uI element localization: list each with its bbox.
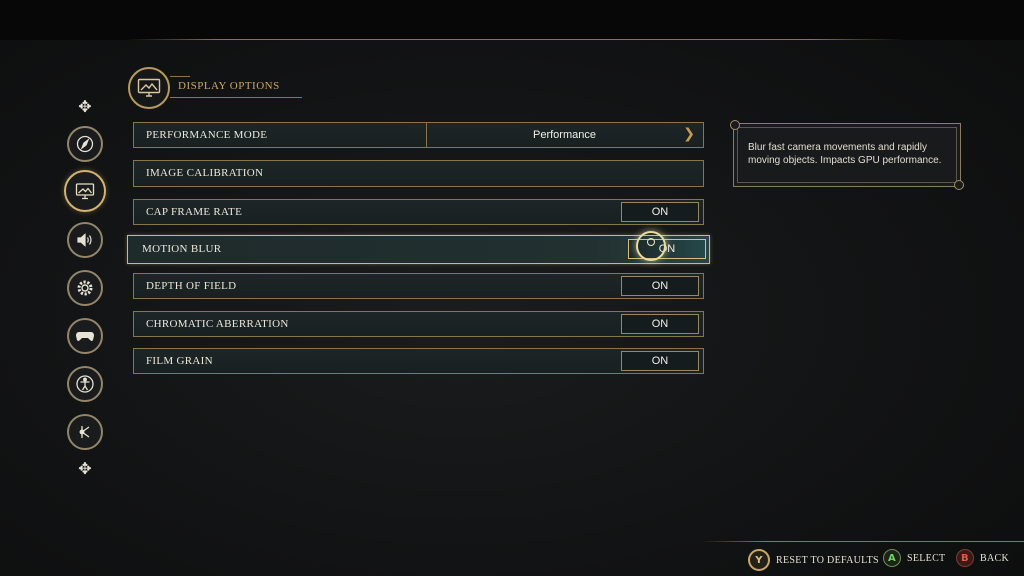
setting-label: FILM GRAIN xyxy=(146,355,213,367)
back-label: BACK xyxy=(980,552,1009,564)
setting-label: CAP FRAME RATE xyxy=(146,206,243,218)
nav-accessibility-icon[interactable] xyxy=(67,366,103,402)
y-button-icon: Y xyxy=(748,549,770,571)
display-options-medallion-icon xyxy=(128,67,170,109)
page-title: DISPLAY OPTIONS xyxy=(178,80,280,92)
nav-down-arrow-icon[interactable]: ✥ xyxy=(78,461,92,477)
back-button[interactable]: B BACK xyxy=(956,549,1009,567)
setting-label: MOTION BLUR xyxy=(142,243,222,255)
setting-chromatic-aberration[interactable]: CHROMATIC ABERRATION ON xyxy=(133,311,704,337)
ornament-corner-icon xyxy=(730,120,740,130)
setting-performance-mode[interactable]: PERFORMANCE MODE Performance ❯ xyxy=(133,122,704,148)
setting-film-grain[interactable]: FILM GRAIN ON xyxy=(133,348,704,374)
setting-cap-frame-rate[interactable]: CAP FRAME RATE ON xyxy=(133,199,704,225)
ornament-corner-icon xyxy=(954,180,964,190)
reset-to-defaults-button[interactable]: Y RESET TO DEFAULTS xyxy=(748,549,879,571)
setting-image-calibration[interactable]: IMAGE CALIBRATION xyxy=(133,160,704,187)
description-panel: Blur fast camera movements and rapidly m… xyxy=(730,120,964,190)
nav-controller-icon[interactable] xyxy=(67,318,103,354)
nav-up-arrow-icon[interactable]: ✥ xyxy=(78,99,92,115)
setting-depth-of-field[interactable]: DEPTH OF FIELD ON xyxy=(133,273,704,299)
select-button[interactable]: A SELECT xyxy=(883,549,945,567)
a-button-icon: A xyxy=(883,549,901,567)
nav-audio-icon[interactable] xyxy=(67,222,103,258)
toggle-value[interactable]: ON xyxy=(621,351,699,371)
toggle-value[interactable]: ON xyxy=(621,314,699,334)
b-button-icon: B xyxy=(956,549,974,567)
chevron-right-icon[interactable]: ❯ xyxy=(683,126,695,142)
setting-label: IMAGE CALIBRATION xyxy=(146,167,264,179)
footer-divider xyxy=(700,541,1024,542)
nav-compass-icon[interactable] xyxy=(67,126,103,162)
select-label: SELECT xyxy=(907,552,946,564)
top-divider xyxy=(125,39,905,40)
nav-network-icon[interactable] xyxy=(67,414,103,450)
setting-label: CHROMATIC ABERRATION xyxy=(146,318,289,330)
setting-motion-blur[interactable]: MOTION BLUR ON xyxy=(127,235,710,264)
cursor-ring xyxy=(636,231,666,261)
toggle-value[interactable]: ON xyxy=(621,276,699,296)
nav-display-icon[interactable] xyxy=(64,170,106,212)
top-letterbox xyxy=(0,0,1024,40)
toggle-value[interactable]: ON xyxy=(621,202,699,222)
header-ornament-line xyxy=(170,76,190,77)
cursor-dot xyxy=(647,238,655,246)
performance-mode-value[interactable]: Performance xyxy=(426,129,703,141)
nav-gear-icon[interactable] xyxy=(67,270,103,306)
setting-label: PERFORMANCE MODE xyxy=(146,129,268,141)
header-underline xyxy=(170,97,302,98)
setting-label: DEPTH OF FIELD xyxy=(146,280,237,292)
description-text: Blur fast camera movements and rapidly m… xyxy=(748,142,942,166)
reset-label: RESET TO DEFAULTS xyxy=(776,554,879,566)
